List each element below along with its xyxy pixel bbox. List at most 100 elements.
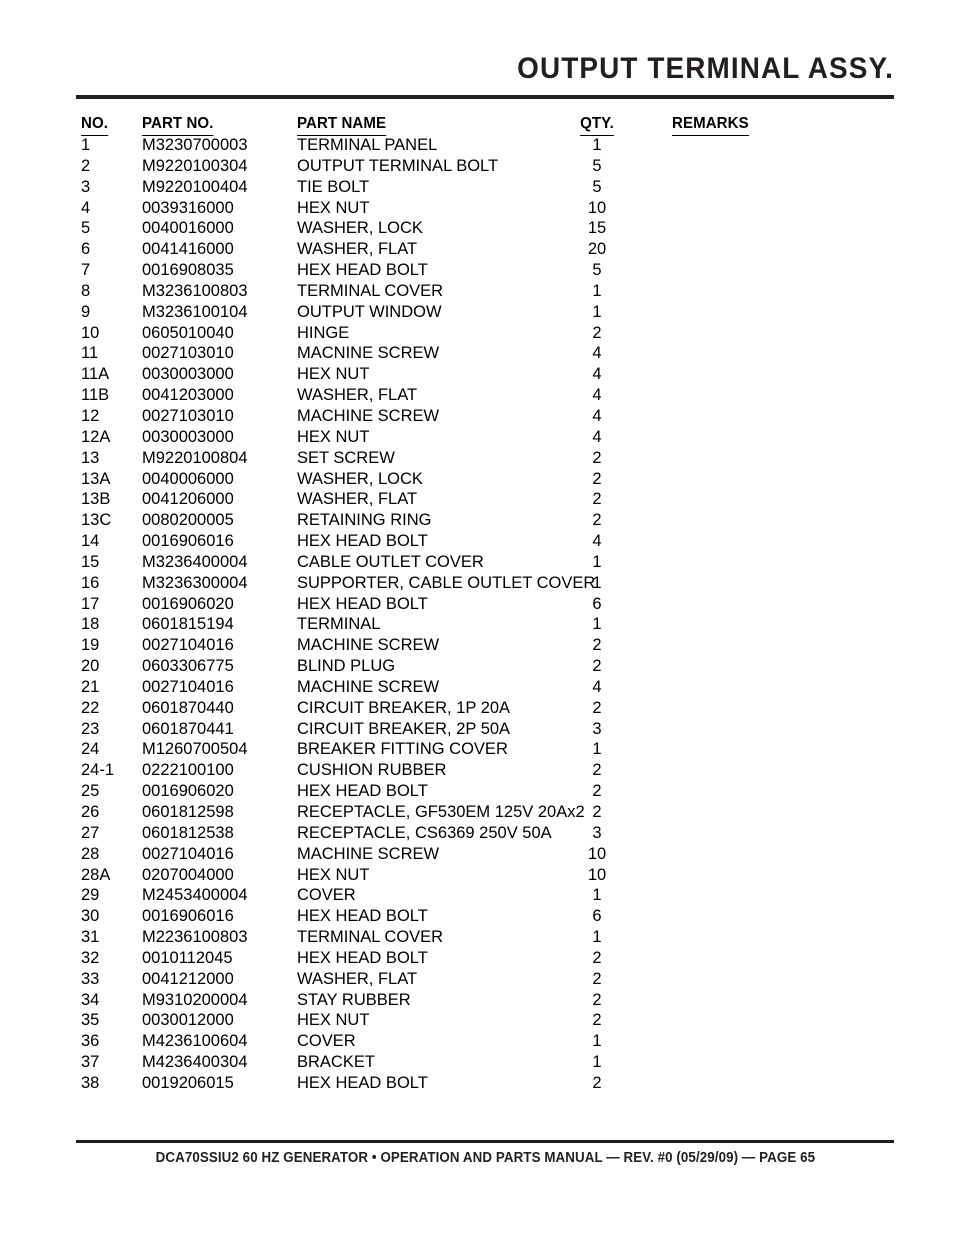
cell-part-no: 0027104016 <box>142 844 234 863</box>
cell-qty: 3 <box>592 823 602 842</box>
cell-no: 6 <box>81 240 91 259</box>
cell-part-no: 0027103010 <box>142 344 234 363</box>
cell-part-no: 0016906020 <box>142 782 234 801</box>
table-row: 12 0027103010 MACHINE SCREW 4 <box>0 406 954 427</box>
cell-part-no: M2453400004 <box>142 886 248 905</box>
cell-part-name: CUSHION RUBBER <box>297 761 447 780</box>
page-title-container: OUTPUT TERMINAL ASSY. <box>76 52 894 86</box>
cell-no: 5 <box>81 219 91 238</box>
cell-part-no: 0080200005 <box>142 511 234 530</box>
cell-no: 27 <box>81 823 100 842</box>
table-row: 18 0601815194 TERMINAL 1 <box>0 614 954 635</box>
cell-part-no: 0030012000 <box>142 1011 234 1030</box>
table-row: 20 0603306775 BLIND PLUG 2 <box>0 656 954 677</box>
cell-part-no: 0222100100 <box>142 761 234 780</box>
cell-part-no: 0041203000 <box>142 386 234 405</box>
table-row: 7 0016908035 HEX HEAD BOLT 5 <box>0 260 954 281</box>
table-row: 11B 0041203000 WASHER, FLAT 4 <box>0 385 954 406</box>
cell-qty: 4 <box>592 365 602 384</box>
table-row: 31 M2236100803 TERMINAL COVER 1 <box>0 927 954 948</box>
cell-qty: 1 <box>592 615 602 634</box>
column-header-no: NO. <box>81 112 139 136</box>
cell-part-no: M3236100104 <box>142 302 248 321</box>
cell-part-no: 0601812598 <box>142 803 234 821</box>
table-row: 29 M2453400004 COVER 1 <box>0 885 954 906</box>
cell-no: 13 <box>81 448 100 467</box>
table-row: 3 M9220100404 TIE BOLT 5 <box>0 177 954 198</box>
cell-qty: 2 <box>592 511 602 530</box>
table-row: 9 M3236100104 OUTPUT WINDOW 1 <box>0 302 954 323</box>
cell-qty: 15 <box>587 219 607 238</box>
cell-qty: 5 <box>592 261 602 280</box>
cell-qty: 2 <box>592 657 602 676</box>
cell-part-name: OUTPUT TERMINAL BOLT <box>297 156 499 175</box>
cell-no: 13A <box>81 469 111 488</box>
cell-qty: 4 <box>592 406 602 425</box>
cell-no: 16 <box>81 573 100 592</box>
cell-part-name: HEX HEAD BOLT <box>297 594 428 613</box>
cell-part-name: MACHINE SCREW <box>297 636 440 655</box>
cell-qty: 2 <box>592 1011 602 1030</box>
cell-part-no: M4236400304 <box>142 1053 248 1072</box>
cell-no: 25 <box>81 782 100 801</box>
cell-part-no: 0601815194 <box>142 615 234 634</box>
cell-qty: 4 <box>592 344 602 363</box>
cell-no: 1 <box>81 136 91 154</box>
cell-no: 24-1 <box>81 761 115 780</box>
cell-part-name: HEX NUT <box>297 198 370 217</box>
cell-no: 18 <box>81 615 100 634</box>
cell-part-no: M9310200004 <box>142 990 248 1009</box>
cell-qty: 2 <box>592 969 602 988</box>
cell-part-no: 0016906020 <box>142 594 234 613</box>
table-row: 13A 0040006000 WASHER, LOCK 2 <box>0 469 954 490</box>
cell-part-no: M9220100304 <box>142 156 248 175</box>
table-row: 8 M3236100803 TERMINAL COVER 1 <box>0 281 954 302</box>
table-row: 11 0027103010 MACNINE SCREW 4 <box>0 343 954 364</box>
table-row: 36 M4236100604 COVER 1 <box>0 1031 954 1052</box>
cell-part-name: COVER <box>297 1032 356 1051</box>
cell-qty: 10 <box>587 198 607 217</box>
column-header-part-no: PART NO. <box>142 112 292 136</box>
cell-qty: 1 <box>592 1053 602 1072</box>
cell-no: 11A <box>81 365 110 384</box>
cell-part-no: M4236100604 <box>142 1032 248 1051</box>
cell-no: 8 <box>81 281 91 300</box>
cell-qty: 2 <box>592 469 602 488</box>
cell-part-name: STAY RUBBER <box>297 990 411 1009</box>
cell-part-no: M3236400004 <box>142 552 248 571</box>
cell-qty: 1 <box>592 928 602 947</box>
cell-part-no: 0027104016 <box>142 677 234 696</box>
cell-part-no: M3230700003 <box>142 136 248 154</box>
cell-part-name: MACNINE SCREW <box>297 344 440 363</box>
cell-qty: 2 <box>592 990 602 1009</box>
cell-part-name: HINGE <box>297 323 350 342</box>
cell-part-no: 0041416000 <box>142 240 234 259</box>
cell-qty: 1 <box>592 886 602 905</box>
cell-qty: 2 <box>592 448 602 467</box>
cell-qty: 2 <box>592 948 602 967</box>
cell-part-name: WASHER, LOCK <box>297 219 423 238</box>
cell-part-name: HEX HEAD BOLT <box>297 907 428 926</box>
cell-no: 34 <box>81 990 100 1009</box>
cell-qty: 1 <box>592 302 602 321</box>
cell-part-name: TERMINAL PANEL <box>297 136 438 154</box>
table-row: 2 M9220100304 OUTPUT TERMINAL BOLT 5 <box>0 156 954 177</box>
table-row: 27 0601812538 RECEPTACLE, CS6369 250V 50A 3 <box>0 823 954 844</box>
table-row: 24-1 0222100100 CUSHION RUBBER 2 <box>0 760 954 781</box>
cell-qty: 2 <box>592 782 602 801</box>
cell-part-name: BREAKER FITTING COVER <box>297 740 508 759</box>
cell-no: 9 <box>81 302 91 321</box>
table-row: 22 0601870440 CIRCUIT BREAKER, 1P 20A 2 <box>0 698 954 719</box>
cell-qty: 10 <box>587 865 607 884</box>
cell-qty: 1 <box>592 573 602 592</box>
table-row: 16 M3236300004 SUPPORTER, CABLE OUTLET COV… <box>0 573 954 594</box>
cell-qty: 10 <box>587 844 607 863</box>
cell-qty: 4 <box>592 386 602 405</box>
cell-no: 12 <box>81 406 100 425</box>
cell-part-no: 0016906016 <box>142 532 234 551</box>
table-row: 13 M9220100804 SET SCREW 2 <box>0 448 954 469</box>
cell-part-no: 0030003000 <box>142 427 234 446</box>
cell-no: 38 <box>81 1073 100 1092</box>
cell-no: 31 <box>81 928 100 947</box>
table-row: 26 0601812598 RECEPTACLE, GF530EM 125V 20A… <box>0 802 954 823</box>
